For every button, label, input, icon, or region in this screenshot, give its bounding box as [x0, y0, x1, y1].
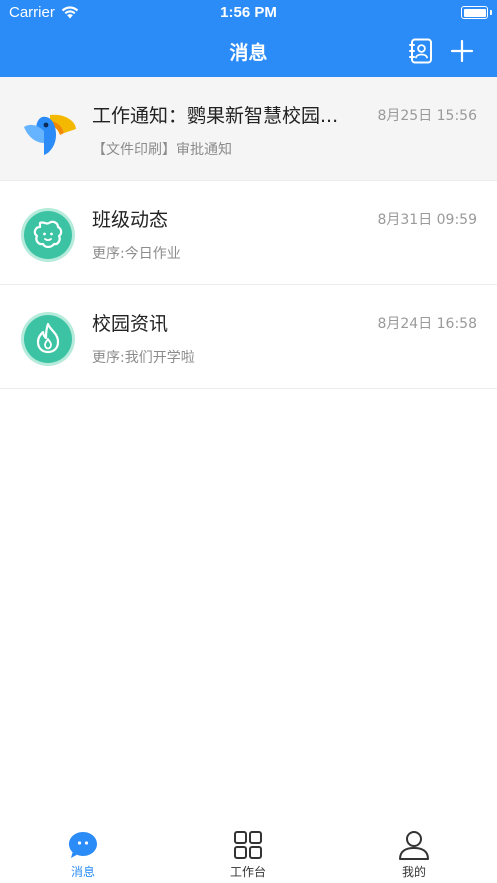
message-row-campus-news[interactable]: 校园资讯 8月24日 16:58 更序:我们开学啦	[0, 285, 497, 389]
battery-tip	[490, 10, 492, 15]
message-preview: 更序:今日作业	[92, 246, 181, 262]
message-title: 班级动态	[92, 209, 169, 231]
parrot-logo-icon	[24, 114, 76, 155]
class-dynamic-icon	[21, 208, 75, 262]
message-time: 8月31日 09:59	[377, 212, 477, 228]
message-title: 工作通知：鹦果新智慧校园...	[92, 105, 339, 127]
message-preview: 【文件印刷】审批通知	[92, 142, 232, 158]
app-header: Carrier 1:56 PM 消息	[0, 0, 497, 77]
person-icon	[399, 831, 429, 860]
message-row-class-dynamic[interactable]: 班级动态 8月31日 09:59 更序:今日作业	[0, 181, 497, 285]
tab-label: 工作台	[229, 865, 266, 879]
battery-icon	[461, 6, 488, 19]
status-bar: Carrier 1:56 PM	[0, 0, 497, 26]
tab-label: 我的	[401, 865, 426, 879]
message-title: 校园资讯	[92, 313, 169, 335]
grid-icon	[234, 831, 262, 859]
tab-bar: 消息 工作台 我的	[0, 818, 497, 883]
message-list: 工作通知：鹦果新智慧校园... 8月25日 15:56 【文件印刷】审批通知 班…	[0, 77, 497, 389]
tab-label: 消息	[70, 865, 95, 879]
chat-bubble-icon	[69, 832, 97, 858]
tab-workbench[interactable]: 工作台	[198, 830, 298, 880]
message-time: 8月25日 15:56	[377, 108, 477, 124]
status-time: 1:56 PM	[220, 4, 277, 21]
message-row-work-notice[interactable]: 工作通知：鹦果新智慧校园... 8月25日 15:56 【文件印刷】审批通知	[0, 77, 497, 181]
flame-icon	[21, 312, 75, 366]
tab-mine[interactable]: 我的	[364, 830, 464, 880]
tab-messages[interactable]: 消息	[33, 830, 133, 880]
message-time: 8月24日 16:58	[377, 316, 477, 332]
message-preview: 更序:我们开学啦	[92, 350, 195, 366]
add-icon[interactable]	[451, 40, 473, 62]
contacts-icon[interactable]	[409, 38, 433, 64]
